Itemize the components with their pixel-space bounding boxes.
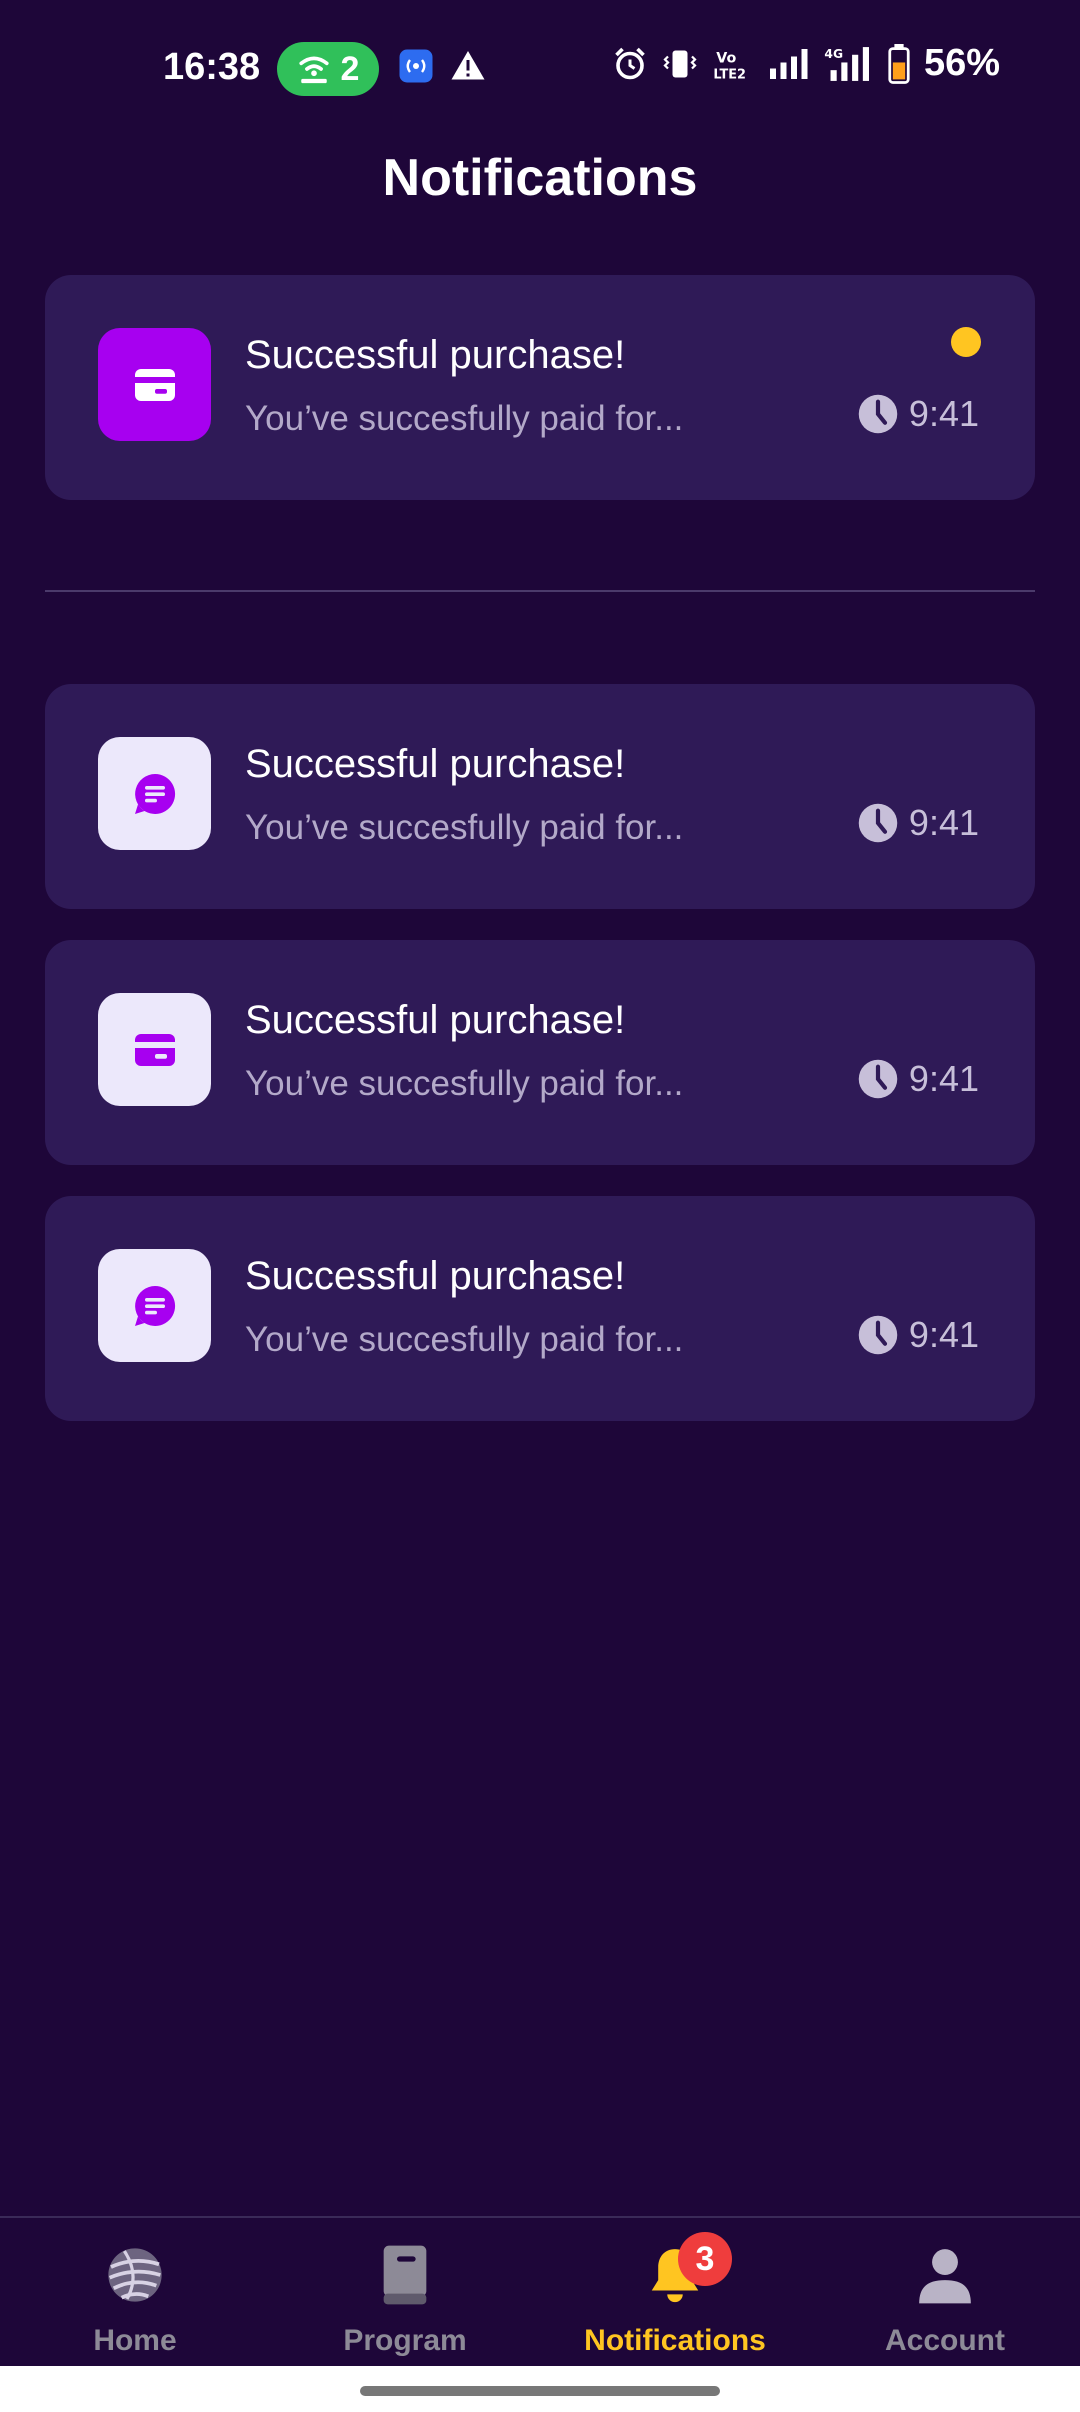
notification-time: 9:41 bbox=[908, 393, 979, 434]
status-time: 16:38 bbox=[163, 46, 261, 88]
status-bar: 16:38 2 Vo LTE2 4G 56% bbox=[0, 0, 1080, 140]
message-icon bbox=[134, 773, 175, 814]
clock-icon bbox=[858, 1315, 898, 1355]
notification-title: Successful purchase! bbox=[245, 1254, 626, 1298]
nav-item-home[interactable]: Home bbox=[0, 2218, 270, 2368]
bell-icon: 3 bbox=[640, 2232, 732, 2310]
battery-icon bbox=[888, 43, 910, 84]
book-icon bbox=[370, 2240, 440, 2310]
notification-subtitle: You’ve succesfully paid for... bbox=[245, 399, 684, 438]
nfc-icon bbox=[399, 49, 433, 83]
notification-time-wrap: 9:41 bbox=[857, 1058, 979, 1100]
message-icon bbox=[134, 1285, 175, 1326]
nav-item-notifications[interactable]: 3 Notifications bbox=[540, 2218, 810, 2368]
notification-title: Successful purchase! bbox=[245, 333, 626, 377]
notification-time: 9:41 bbox=[908, 1314, 979, 1355]
signal-4g-icon: 4G bbox=[824, 46, 869, 81]
svg-text:Vo: Vo bbox=[716, 50, 736, 66]
status-icons-right: Vo LTE2 4G 56% bbox=[612, 42, 1000, 85]
svg-text:LTE2: LTE2 bbox=[713, 67, 746, 82]
card-icon bbox=[134, 1033, 175, 1066]
nav-label-account: Account bbox=[885, 2324, 1005, 2357]
page-title: Notifications bbox=[382, 149, 698, 207]
gesture-bar-area bbox=[0, 2366, 1080, 2412]
notification-icon-box bbox=[98, 328, 211, 441]
notification-time: 9:41 bbox=[908, 1058, 979, 1099]
home-indicator[interactable] bbox=[360, 2386, 720, 2396]
nav-item-account[interactable]: Account bbox=[810, 2218, 1080, 2368]
hotspot-pill[interactable]: 2 bbox=[277, 42, 379, 96]
notification-icon-box bbox=[98, 1249, 211, 1362]
svg-text:4G: 4G bbox=[824, 46, 843, 60]
section-divider bbox=[45, 590, 1035, 592]
alarm-icon bbox=[615, 47, 645, 79]
notifications-screen: 16:38 2 Vo LTE2 4G 56% Notifications Suc… bbox=[0, 0, 1080, 2412]
clock-icon bbox=[858, 803, 898, 843]
notification-subtitle: You’ve succesfully paid for... bbox=[245, 1320, 684, 1359]
warning-icon bbox=[451, 51, 485, 80]
nav-label-notifications: Notifications bbox=[584, 2324, 766, 2357]
notification-icon-box bbox=[98, 993, 211, 1106]
notification-card[interactable]: Successful purchase! You’ve succesfully … bbox=[45, 1196, 1035, 1421]
volte-icon: Vo LTE2 bbox=[713, 50, 746, 82]
hotspot-icon bbox=[298, 56, 329, 84]
notification-title: Successful purchase! bbox=[245, 998, 626, 1042]
card-icon bbox=[134, 368, 175, 401]
signal-icon bbox=[769, 48, 808, 79]
notification-title: Successful purchase! bbox=[245, 742, 626, 786]
notification-card[interactable]: Successful purchase! You’ve succesfully … bbox=[45, 940, 1035, 1165]
notification-icon-box bbox=[98, 737, 211, 850]
clock-icon bbox=[858, 1059, 898, 1099]
notifications-badge: 3 bbox=[678, 2232, 732, 2286]
clock-icon bbox=[858, 394, 898, 434]
nav-label-program: Program bbox=[343, 2324, 467, 2357]
notification-subtitle: You’ve succesfully paid for... bbox=[245, 808, 684, 847]
notification-time: 9:41 bbox=[908, 802, 979, 843]
hotspot-count: 2 bbox=[340, 49, 360, 88]
notification-card[interactable]: Successful purchase! You’ve succesfully … bbox=[45, 275, 1035, 500]
globe-icon bbox=[100, 2240, 170, 2310]
unread-dot bbox=[951, 327, 981, 357]
notification-subtitle: You’ve succesfully paid for... bbox=[245, 1064, 684, 1103]
vibrate-icon bbox=[663, 50, 697, 77]
notification-time-wrap: 9:41 bbox=[857, 802, 979, 844]
notification-time-wrap: 9:41 bbox=[857, 1314, 979, 1356]
notification-time-wrap: 9:41 bbox=[857, 393, 979, 435]
bottom-nav: Home Program 3 Notifications Account bbox=[0, 2216, 1080, 2366]
notification-card[interactable]: Successful purchase! You’ve succesfully … bbox=[45, 684, 1035, 909]
user-icon bbox=[910, 2240, 980, 2310]
nav-item-program[interactable]: Program bbox=[270, 2218, 540, 2368]
nav-label-home: Home bbox=[93, 2324, 177, 2357]
battery-percent: 56% bbox=[923, 42, 1000, 84]
